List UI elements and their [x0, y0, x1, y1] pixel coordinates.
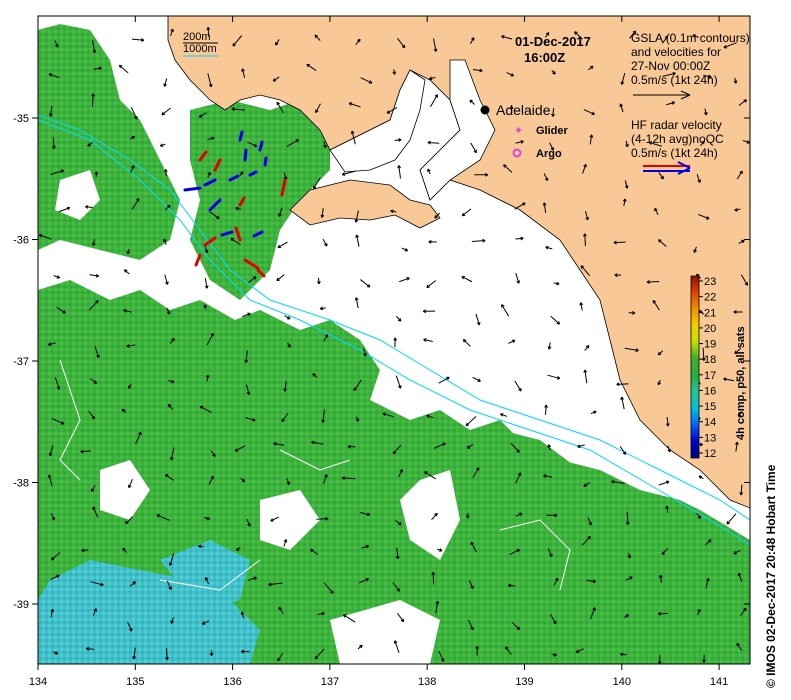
adelaide-marker-icon — [480, 105, 490, 115]
y-tick-label: -38 — [13, 478, 29, 490]
y-tick-label: -37 — [13, 356, 29, 368]
argo-label: Argo — [536, 148, 562, 160]
colorbar-tick-label: 18 — [704, 354, 716, 366]
hf-legend-line2: (4-12h avg)noQC — [631, 132, 724, 146]
colorbar-tick-label: 14 — [704, 417, 716, 429]
x-tick-label: 134 — [29, 676, 47, 688]
gsla-legend-line2: and velocities for — [631, 45, 721, 59]
colorbar-tick-label: 19 — [704, 339, 716, 351]
gsla-legend-line4: 0.5m/s (1kt 24h) — [631, 73, 718, 87]
credit-label: © IMOS 02-Dec-2017 20:48 Hobart Time — [764, 464, 778, 688]
colorbar-label: 4h comp, p50, all sats — [735, 326, 747, 440]
glider-label: Glider — [536, 125, 569, 137]
x-tick-label: 135 — [126, 676, 144, 688]
colorbar — [690, 275, 700, 459]
map-date: 01-Dec-2017 — [515, 34, 591, 49]
gsla-legend-line3: 27-Nov 00:00Z — [631, 59, 710, 73]
x-tick-label: 141 — [710, 676, 728, 688]
hf-legend-line3: 0.5m/s (1kt 24h) — [631, 146, 718, 160]
colorbar-tick-label: 15 — [704, 401, 716, 413]
colorbar-tick-label: 16 — [704, 385, 716, 397]
y-tick-label: -39 — [13, 599, 29, 611]
x-tick-label: 136 — [223, 676, 241, 688]
glider-marker-icon: ✦ — [514, 125, 523, 137]
depth-1000m-label: 1000m — [183, 43, 217, 55]
y-tick-label: -35 — [13, 113, 29, 125]
city-label: Adelaide — [496, 102, 551, 118]
x-tick-label: 137 — [321, 676, 339, 688]
y-tick-label: -36 — [13, 235, 29, 247]
sst-map: 134 135 136 137 138 139 140 141 -35 -36 -37 -38 -39… — [13, 15, 751, 688]
depth-200m-label: 200m — [183, 31, 211, 43]
map-time: 16:00Z — [524, 50, 565, 65]
x-tick-label: 138 — [418, 676, 436, 688]
colorbar-tick-label: 21 — [704, 307, 716, 319]
colorbar-tick-label: 13 — [704, 432, 716, 444]
colorbar-tick-label: 17 — [704, 370, 716, 382]
hf-legend-line1: HF radar velocity — [631, 118, 722, 132]
x-tick-label: 139 — [515, 676, 533, 688]
colorbar-tick-label: 22 — [704, 292, 716, 304]
colorbar-tick-label: 20 — [704, 323, 716, 335]
x-tick-label: 140 — [613, 676, 631, 688]
colorbar-tick-label: 12 — [704, 448, 716, 460]
colorbar-tick-label: 23 — [704, 276, 716, 288]
gsla-legend-line1: GSLA (0.1m contours) — [631, 31, 750, 45]
